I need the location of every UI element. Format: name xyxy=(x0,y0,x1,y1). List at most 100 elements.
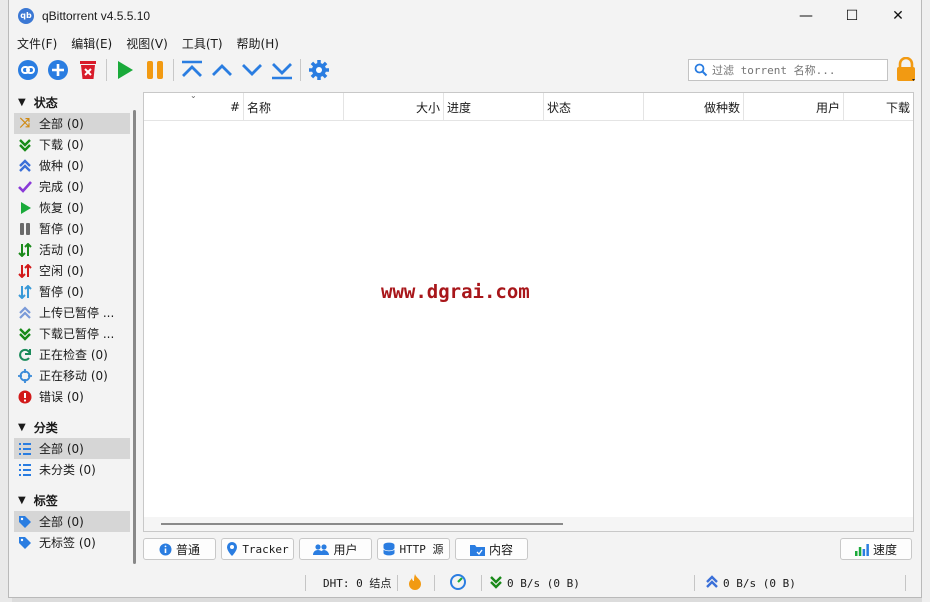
status-filter-moving[interactable]: 正在移动 (0) xyxy=(14,365,130,386)
status-filter-upload-stalled[interactable]: 上传已暂停 ... xyxy=(14,302,130,323)
seed-icon xyxy=(17,158,33,174)
delete-torrent-button[interactable] xyxy=(73,56,103,84)
inactive-icon xyxy=(17,263,33,279)
status-separator xyxy=(305,575,306,591)
category-filter-header[interactable]: ▼ 分类 xyxy=(14,417,130,438)
scrollbar-thumb[interactable] xyxy=(161,523,563,525)
gear-icon xyxy=(309,60,329,80)
status-filter-download-stalled[interactable]: 下载已暂停 ... xyxy=(14,323,130,344)
qbittorrent-window: qb qBittorrent v4.5.5.10 — ☐ ✕ 文件(F) 编辑(… xyxy=(8,0,922,598)
pause-icon xyxy=(147,61,163,79)
status-filter-header[interactable]: ▼ 状态 xyxy=(14,92,130,113)
users-icon xyxy=(313,543,330,556)
close-button[interactable]: ✕ xyxy=(875,0,921,31)
category-filter-all[interactable]: 全部 (0) xyxy=(14,438,130,459)
move-up-button[interactable] xyxy=(207,56,237,84)
sidebar-item-label: 上传已暂停 ... xyxy=(39,306,115,320)
move-bottom-button[interactable] xyxy=(267,56,297,84)
tab-label: 普通 xyxy=(175,542,200,557)
chevron-down-icon: ▼ xyxy=(18,495,26,506)
status-filter-downloading[interactable]: 下载 (0) xyxy=(14,134,130,155)
move-top-button[interactable] xyxy=(177,56,207,84)
lock-button[interactable] xyxy=(891,56,921,84)
minimize-button[interactable]: — xyxy=(783,0,829,31)
add-torrent-file-button[interactable] xyxy=(43,56,73,84)
play-icon xyxy=(17,200,33,216)
maximize-button[interactable]: ☐ xyxy=(829,0,875,31)
category-filter-uncategorized[interactable]: 未分类 (0) xyxy=(14,459,130,480)
status-filter-errored[interactable]: 错误 (0) xyxy=(14,386,130,407)
sidebar-item-label: 全部 (0) xyxy=(39,442,84,456)
search-box[interactable] xyxy=(688,59,888,81)
delete-icon xyxy=(80,61,96,79)
move-down-button[interactable] xyxy=(237,56,267,84)
status-filter-all[interactable]: ⤨ 全部 (0) xyxy=(14,113,130,134)
search-input[interactable] xyxy=(712,63,882,77)
window-title: qBittorrent v4.5.5.10 xyxy=(42,8,151,23)
sidebar-item-label: 错误 (0) xyxy=(39,390,84,404)
list-icon xyxy=(17,441,33,457)
tag-filter-all[interactable]: 全部 (0) xyxy=(14,511,130,532)
chevron-down-icon: ▼ xyxy=(18,422,26,433)
tab-speed[interactable]: 速度 xyxy=(840,538,912,560)
connection-status-icon[interactable] xyxy=(450,574,466,593)
status-filter-completed[interactable]: 完成 (0) xyxy=(14,176,130,197)
sidebar-scrollbar[interactable] xyxy=(133,110,136,564)
status-filter-paused[interactable]: 暂停 (0) xyxy=(14,218,130,239)
column-header-size[interactable]: 大小 xyxy=(344,93,444,121)
sidebar-item-label: 暂停 (0) xyxy=(39,285,84,299)
column-header-seeds[interactable]: 做种数 xyxy=(644,93,744,121)
status-filter-resumed[interactable]: 恢复 (0) xyxy=(14,197,130,218)
status-filter-stalled[interactable]: 暂停 (0) xyxy=(14,281,130,302)
tab-http-sources[interactable]: HTTP 源 xyxy=(377,538,450,560)
location-pin-icon xyxy=(226,542,238,556)
menu-edit[interactable]: 编辑(E) xyxy=(66,35,117,52)
options-button[interactable] xyxy=(304,56,334,84)
column-header-download[interactable]: 下载 xyxy=(844,93,913,121)
check-icon xyxy=(17,179,33,195)
sidebar-item-label: 恢复 (0) xyxy=(39,201,84,215)
tab-general[interactable]: 普通 xyxy=(143,538,216,560)
move-bottom-icon xyxy=(272,63,292,80)
pause-icon xyxy=(17,221,33,237)
flame-icon[interactable] xyxy=(409,574,421,593)
column-header-peers[interactable]: 用户 xyxy=(744,93,844,121)
sidebar-item-label: 做种 (0) xyxy=(39,159,84,173)
upload-speed-icon xyxy=(705,575,719,592)
active-icon xyxy=(17,242,33,258)
tab-peers[interactable]: 用户 xyxy=(299,538,372,560)
tag-filter-untagged[interactable]: 无标签 (0) xyxy=(14,532,130,553)
tag-filter-header[interactable]: ▼ 标签 xyxy=(14,490,130,511)
tab-label: 用户 xyxy=(333,542,358,557)
status-filter-active[interactable]: 活动 (0) xyxy=(14,239,130,260)
column-header-progress[interactable]: 进度 xyxy=(444,93,544,121)
tab-content[interactable]: 内容 xyxy=(455,538,528,560)
menu-tools[interactable]: 工具(T) xyxy=(177,35,228,52)
pause-button[interactable] xyxy=(140,56,170,84)
refresh-icon xyxy=(17,347,33,363)
download-speed[interactable]: 0 B/s (0 B) xyxy=(507,577,580,590)
sidebar-item-label: 下载已暂停 ... xyxy=(39,327,115,341)
column-header-name[interactable]: 名称 xyxy=(244,93,344,121)
add-icon xyxy=(48,60,68,80)
play-icon xyxy=(118,61,133,79)
toolbar-separator xyxy=(173,59,174,81)
upload-speed[interactable]: 0 B/s (0 B) xyxy=(723,577,796,590)
menu-help[interactable]: 帮助(H) xyxy=(232,35,284,52)
add-torrent-link-button[interactable] xyxy=(13,56,43,84)
column-header-status[interactable]: 状态 xyxy=(544,93,644,121)
status-filter-checking[interactable]: 正在检查 (0) xyxy=(14,344,130,365)
tab-trackers[interactable]: Tracker xyxy=(221,538,294,560)
stalled-icon xyxy=(17,284,33,300)
horizontal-scrollbar[interactable] xyxy=(144,517,913,531)
status-filter-seeding[interactable]: 做种 (0) xyxy=(14,155,130,176)
background-window-strip-right xyxy=(922,0,930,602)
toolbar-separator xyxy=(106,59,107,81)
sidebar-item-label: 下载 (0) xyxy=(39,138,84,152)
status-filter-inactive[interactable]: 空闲 (0) xyxy=(14,260,130,281)
sidebar-item-label: 正在移动 (0) xyxy=(39,369,108,383)
resume-button[interactable] xyxy=(110,56,140,84)
target-icon xyxy=(17,368,33,384)
menu-file[interactable]: 文件(F) xyxy=(12,35,62,52)
menu-view[interactable]: 视图(V) xyxy=(121,35,173,52)
